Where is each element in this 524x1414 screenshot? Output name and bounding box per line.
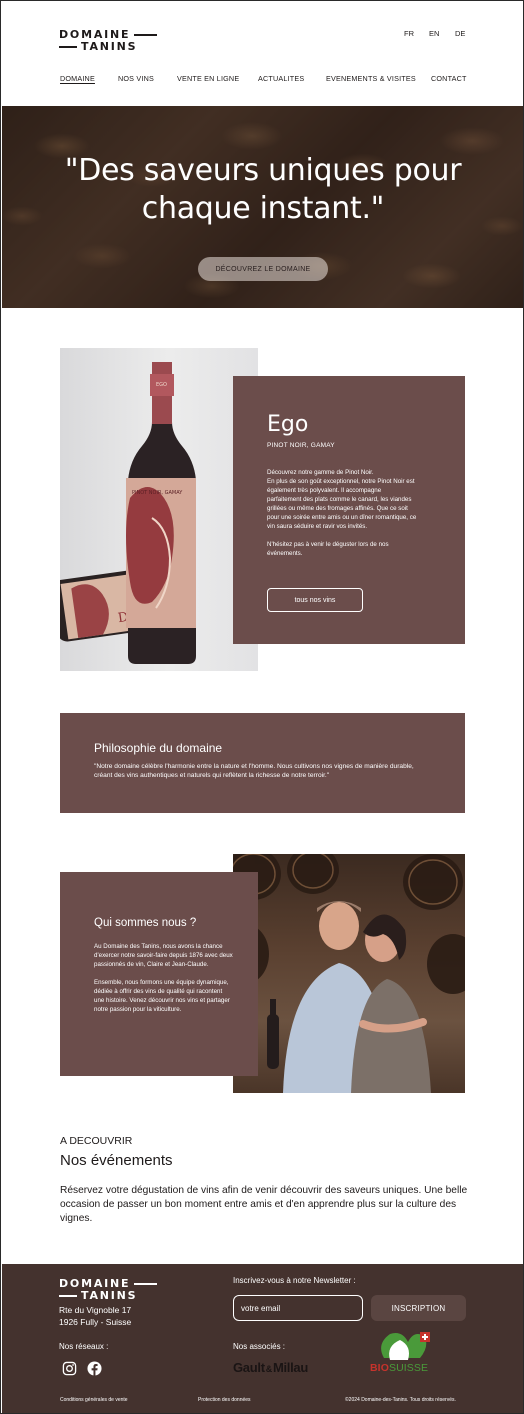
owners-photo-illustration — [233, 854, 465, 1093]
footer-logo-line2: TANINS — [81, 1289, 138, 1302]
ego-subtitle: PINOT NOIR, GAMAY — [267, 442, 335, 449]
nav-vente-en-ligne[interactable]: VENTE EN LIGNE — [177, 74, 239, 83]
hero-quote: "Des saveurs uniques pour chaque instant… — [2, 152, 523, 228]
nav-actualites[interactable]: ACTUALITES — [258, 74, 304, 83]
bottle-label: PINOT NOIR, GAMAY — [132, 490, 183, 496]
gault-millau-left: Gault — [233, 1360, 265, 1375]
gault-millau-right: Millau — [272, 1360, 308, 1375]
gault-millau-amp: & — [265, 1364, 273, 1374]
philosophy-title: Philosophie du domaine — [94, 741, 223, 755]
legal-copyright: ©2024 Domaine-des-Tanins. Tous droits ré… — [345, 1397, 456, 1403]
partners-label: Nos associés : — [233, 1342, 286, 1351]
about-title: Qui sommes nous ? — [94, 917, 197, 929]
newsletter-email-input[interactable] — [233, 1295, 363, 1321]
nav-nos-vins[interactable]: NOS VINS — [118, 74, 154, 83]
philosophy-text: "Notre domaine célèbre l'harmonie entre … — [94, 763, 414, 779]
ego-wine-card: Ego PINOT NOIR, GAMAY Découvrez notre ga… — [233, 376, 465, 644]
ego-title: Ego — [267, 412, 309, 437]
logo[interactable]: DOMAINE TANINS — [59, 29, 157, 53]
wine-bottle-illustration: Des EGO PINOT NOIR, GAMAY — [60, 362, 196, 664]
philosophy-section: Philosophie du domaine "Notre domaine cé… — [60, 713, 465, 813]
neck-label: EGO — [156, 382, 167, 388]
events-title: Nos événements — [60, 1152, 173, 1169]
legal-cgv-link[interactable]: Conditions générales de vente — [60, 1397, 128, 1403]
about-text: Au Domaine des Tanins, nous avons la cha… — [94, 943, 233, 1013]
newsletter-subscribe-button[interactable]: INSCRIPTION — [371, 1295, 466, 1321]
nav-evenements-visites[interactable]: EVENEMENTS & VISITES — [326, 74, 416, 83]
about-section: Qui sommes nous ? Au Domaine des Tanins,… — [60, 872, 258, 1076]
logo-line2: TANINS — [81, 40, 138, 53]
footer-address: Rte du Vignoble 17 1926 Fully - Suisse — [59, 1305, 132, 1327]
newsletter-label: Inscrivez-vous à notre Newsletter : — [233, 1276, 356, 1285]
nav-domaine[interactable]: DOMAINE — [60, 74, 95, 83]
bio-suisse-bio: BIO — [370, 1362, 389, 1374]
hero-quote-line2: chaque instant." — [141, 191, 385, 226]
lang-en[interactable]: EN — [429, 29, 439, 38]
events-text: Réservez votre dégustation de vins afin … — [60, 1185, 468, 1224]
hero-quote-line1: "Des saveurs uniques pour — [64, 153, 462, 188]
discover-domain-button[interactable]: DÉCOUVREZ LE DOMAINE — [198, 257, 328, 281]
social-label: Nos réseaux : — [59, 1342, 109, 1351]
events-kicker: A DECOUVRIR — [60, 1135, 133, 1147]
instagram-icon[interactable] — [62, 1361, 77, 1376]
lang-fr[interactable]: FR — [404, 29, 414, 38]
page: DOMAINE TANINS FR EN DE DOMAINE NOS VINS… — [0, 0, 524, 1414]
footer: DOMAINE TANINS Rte du Vignoble 17 1926 F… — [2, 1264, 523, 1413]
gault-millau-logo[interactable]: Gault&Millau — [233, 1360, 308, 1375]
ego-description: Découvrez notre gamme de Pinot Noir. En … — [267, 469, 417, 557]
footer-logo[interactable]: DOMAINE TANINS — [59, 1278, 157, 1302]
bio-suisse-suisse: SUISSE — [388, 1362, 429, 1374]
hero-banner: "Des saveurs uniques pour chaque instant… — [2, 106, 523, 308]
lang-de[interactable]: DE — [455, 29, 465, 38]
owners-photo — [233, 854, 465, 1093]
all-wines-button[interactable]: tous nos vins — [267, 588, 363, 612]
legal-privacy-link[interactable]: Protection des données — [198, 1397, 251, 1403]
facebook-icon[interactable] — [87, 1361, 102, 1376]
ego-bottle-image: Des EGO PINOT NOIR, GAMAY — [60, 348, 258, 671]
nav-contact[interactable]: CONTACT — [431, 74, 467, 83]
bio-suisse-logo[interactable]: BIOSUISSE — [370, 1362, 428, 1374]
